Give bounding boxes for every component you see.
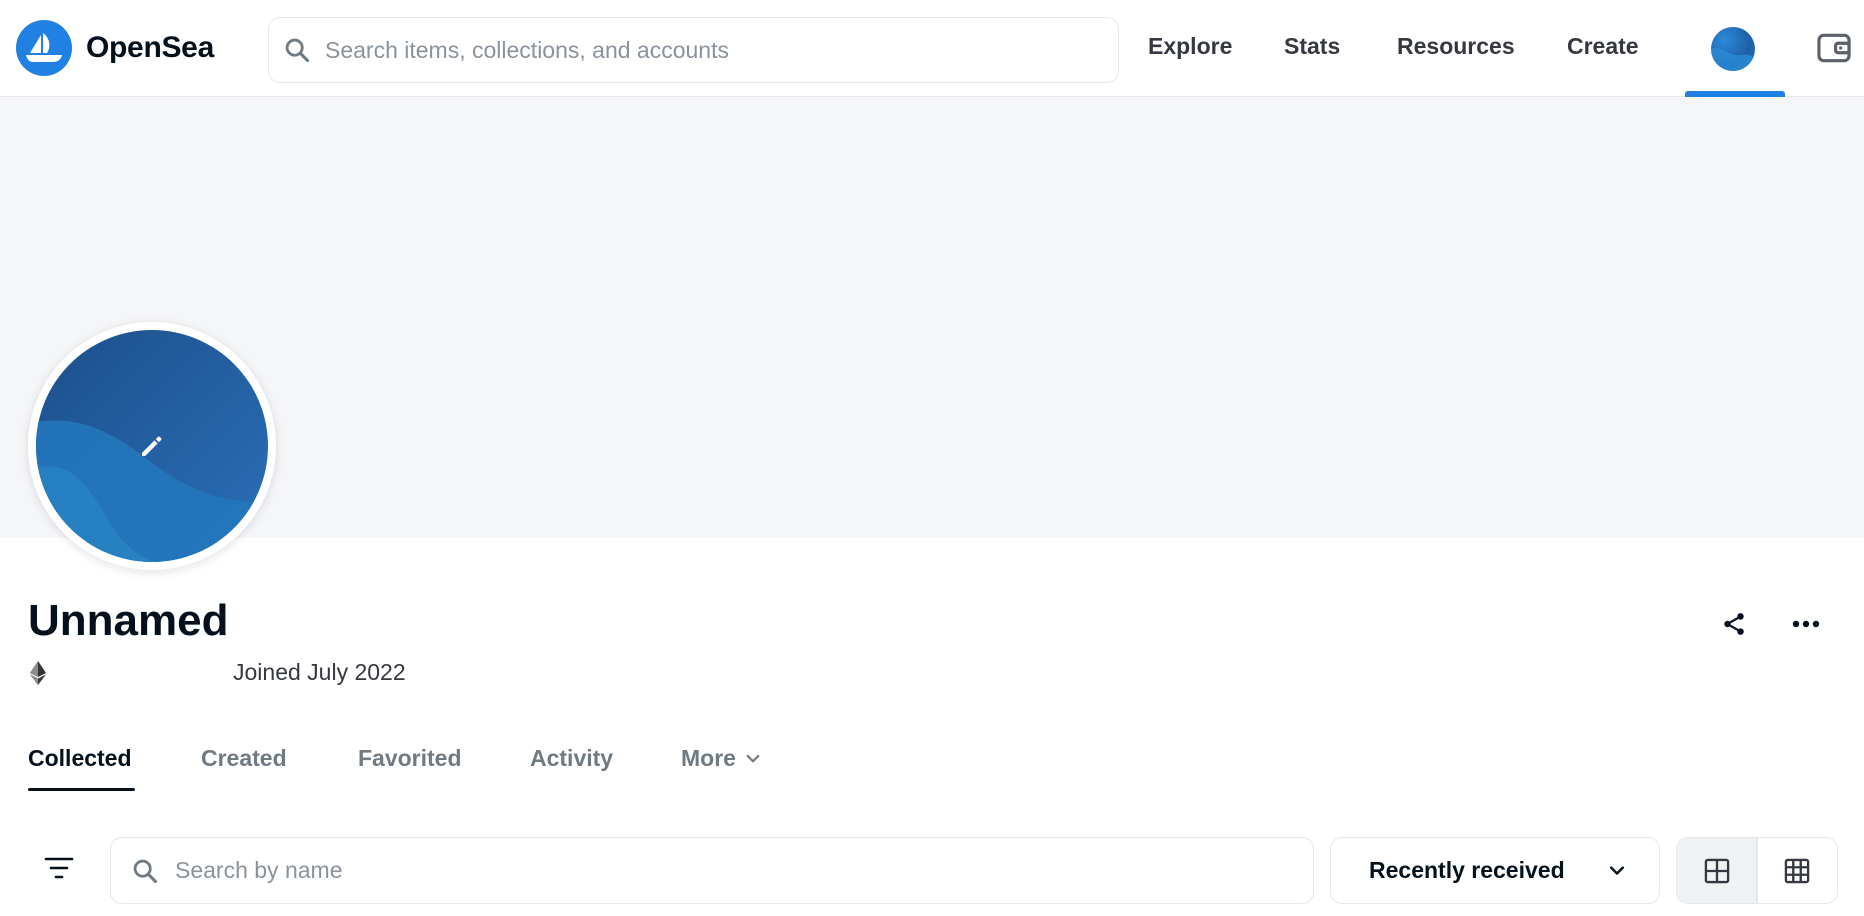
large-grid-icon xyxy=(1704,858,1729,883)
sort-selected-value: Recently received xyxy=(1369,857,1565,883)
chevron-down-icon xyxy=(746,754,760,762)
filter-toggle-button[interactable] xyxy=(44,856,74,884)
item-search-box[interactable] xyxy=(110,837,1314,904)
share-button[interactable] xyxy=(1719,609,1749,639)
large-grid-view-button[interactable] xyxy=(1677,838,1757,903)
global-search-input[interactable] xyxy=(325,36,1085,64)
ethereum-icon xyxy=(30,661,46,685)
more-options-icon xyxy=(1792,620,1820,628)
nav-create[interactable]: Create xyxy=(1567,33,1639,60)
nav-explore[interactable]: Explore xyxy=(1148,33,1232,60)
search-icon xyxy=(285,38,310,63)
nav-resources[interactable]: Resources xyxy=(1397,33,1515,60)
brand-name: OpenSea xyxy=(86,31,214,64)
tab-created[interactable]: Created xyxy=(201,745,287,772)
active-indicator xyxy=(1685,91,1785,97)
view-mode-toggle xyxy=(1676,837,1838,904)
profile-picture[interactable] xyxy=(28,322,276,570)
share-icon xyxy=(1724,613,1744,635)
active-tab-underline xyxy=(28,788,135,791)
tab-more[interactable]: More xyxy=(681,745,762,772)
small-grid-view-button[interactable] xyxy=(1758,838,1837,903)
avatar-wave-icon xyxy=(1711,48,1755,71)
more-options-button[interactable] xyxy=(1789,609,1823,639)
filter-icon xyxy=(44,857,74,879)
opensea-boat-icon xyxy=(16,20,72,76)
tab-favorited[interactable]: Favorited xyxy=(358,745,462,772)
profile-avatar-button[interactable] xyxy=(1711,27,1755,71)
item-search-input[interactable] xyxy=(175,857,1275,884)
joined-date: Joined July 2022 xyxy=(233,659,406,685)
tab-collected[interactable]: Collected xyxy=(28,745,132,772)
nav-stats[interactable]: Stats xyxy=(1284,33,1340,60)
tab-more-label: More xyxy=(681,745,736,771)
profile-username: Unnamed xyxy=(28,596,229,645)
small-grid-icon xyxy=(1785,858,1810,883)
tab-activity[interactable]: Activity xyxy=(530,745,613,772)
edit-pencil-icon[interactable] xyxy=(137,431,167,461)
global-search[interactable] xyxy=(268,17,1119,83)
opensea-logo[interactable]: OpenSea xyxy=(16,20,214,76)
top-navigation-bar: OpenSea Explore Stats Resources Create xyxy=(0,0,1864,97)
sort-dropdown[interactable]: Recently received xyxy=(1330,837,1660,904)
wallet-button[interactable] xyxy=(1815,29,1853,72)
profile-banner[interactable] xyxy=(0,98,1864,538)
wallet-icon xyxy=(1817,33,1851,63)
chevron-down-icon xyxy=(1609,865,1625,875)
search-icon xyxy=(133,859,158,883)
